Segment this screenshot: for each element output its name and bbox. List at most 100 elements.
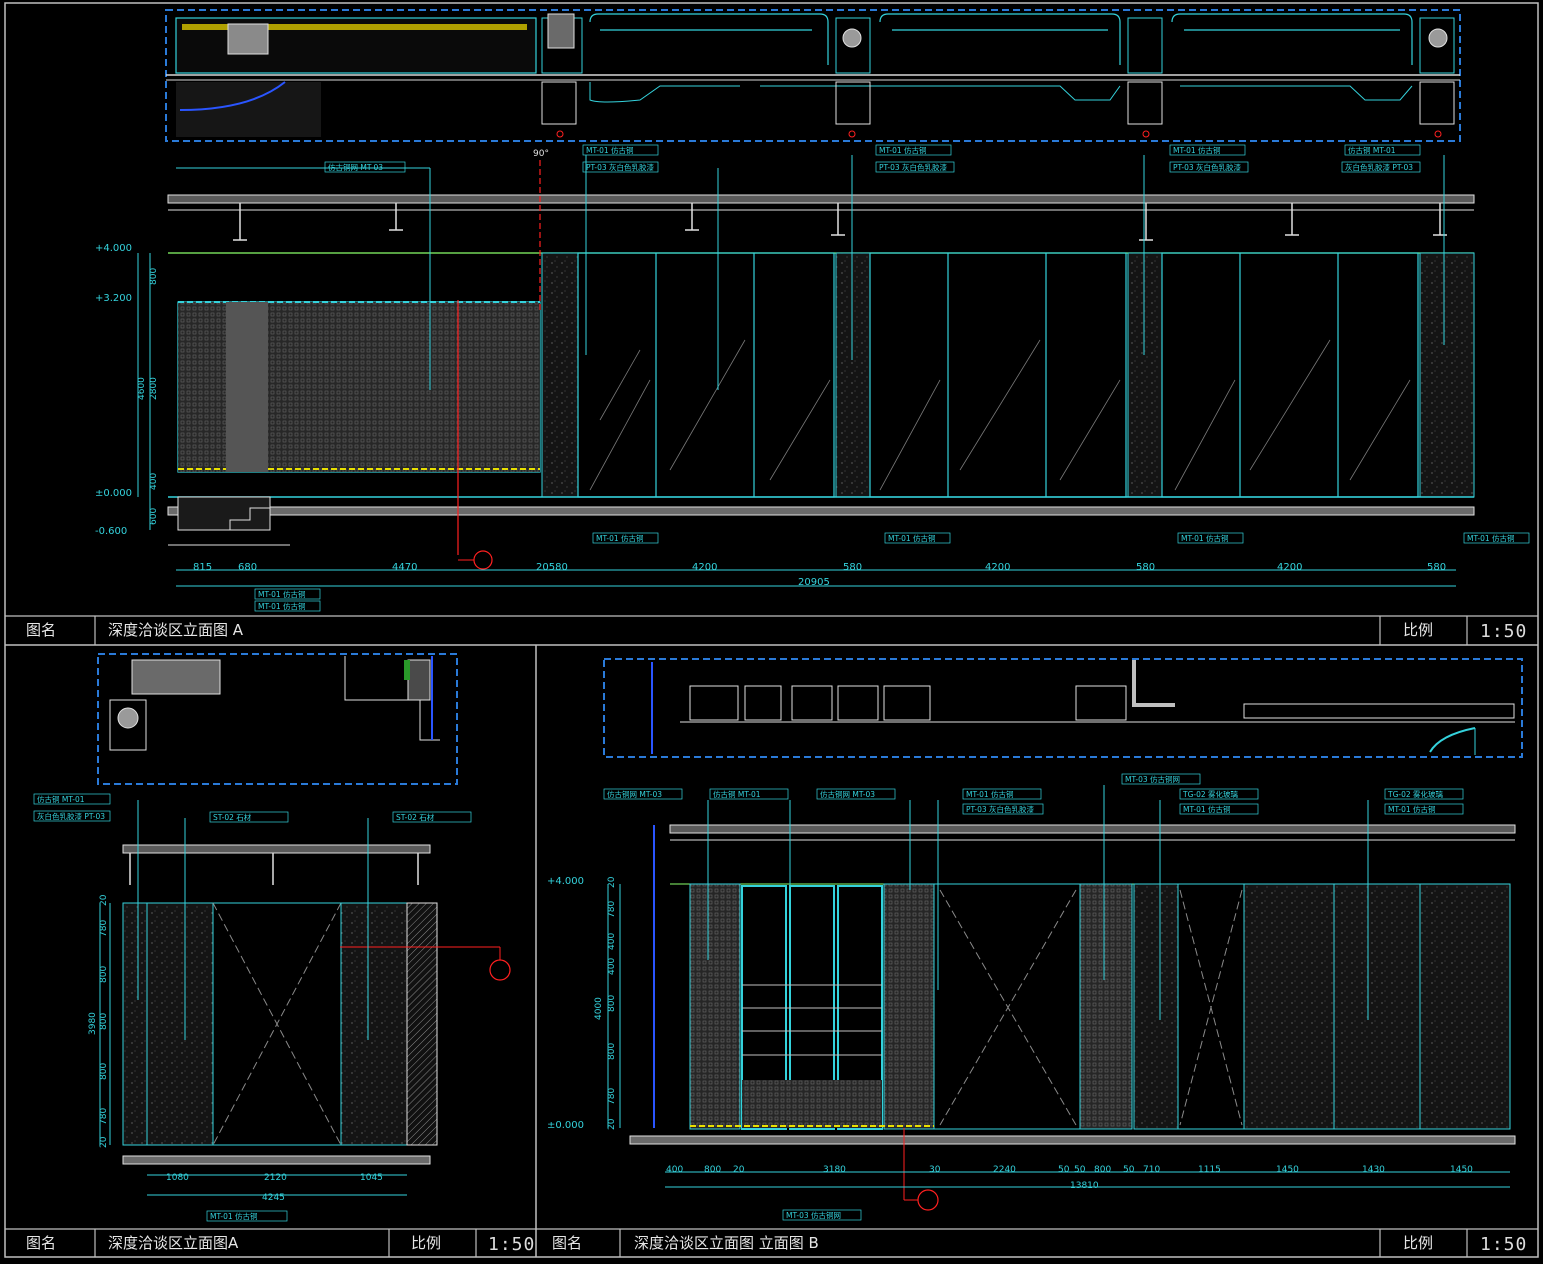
material-tag: ST-02 石材 (396, 812, 435, 822)
material-tag: MT-01 仿古铜 (258, 601, 306, 611)
panel-a-scale-label: 比例 (1403, 621, 1434, 639)
material-tag: 仿古铜 MT-01 (713, 789, 761, 799)
material-tag: MT-01 仿古铜 (210, 1211, 258, 1221)
vertical-dim: 780 (607, 901, 617, 918)
dim-label: 20 (733, 1165, 745, 1175)
dim-label: 50 (1074, 1165, 1086, 1175)
vertical-dim: 4000 (594, 997, 604, 1020)
material-tag: 仿古铜 MT-01 (37, 794, 85, 804)
dim-label: 50 (1123, 1165, 1135, 1175)
material-tag: MT-01 仿古铜 (258, 589, 306, 599)
panel-b-title-block (5, 1228, 536, 1257)
material-tag: MT-01 仿古铜 (888, 533, 936, 543)
dim-label: 580 (1136, 562, 1155, 573)
material-tag: PT-03 灰白色乳胶漆 (586, 162, 655, 172)
dim-label: 1115 (1198, 1165, 1221, 1175)
total-dim-label: 4245 (262, 1193, 285, 1203)
panel-a-title: 深度洽谈区立面图 A (108, 621, 244, 639)
panel-b-scale-label: 比例 (411, 1234, 442, 1252)
dim-label: 4200 (692, 562, 717, 573)
level-label: ±0.000 (95, 488, 132, 499)
material-tag: 仿古铜网 MT-03 (607, 789, 662, 799)
level-label: +4.000 (95, 243, 132, 254)
material-tag: MT-01 仿古铜 (586, 145, 634, 155)
vertical-dim: 400 (607, 958, 617, 975)
dim-label: 815 (193, 562, 212, 573)
dim-label: 4200 (1277, 562, 1302, 573)
material-tag: 仿古铜 MT-01 (1348, 145, 1396, 155)
dim-label: 2120 (264, 1173, 287, 1183)
material-tag: MT-01 仿古铜 (1173, 145, 1221, 155)
dim-label: 680 (238, 562, 257, 573)
vertical-dim: 20 (607, 876, 617, 888)
material-tag: MT-01 仿古铜 (1467, 533, 1515, 543)
vertical-dim: 800 (607, 1043, 617, 1060)
panel-c-title-label: 图名 (552, 1234, 583, 1252)
level-label: +3.200 (95, 293, 132, 304)
dim-label: 2240 (993, 1165, 1016, 1175)
dim-label: 20580 (536, 562, 568, 573)
vertical-dim: 780 (607, 1088, 617, 1105)
level-label: ±0.000 (547, 1120, 584, 1131)
material-tag: MT-01 仿古铜 (596, 533, 644, 543)
material-tag: MT-01 仿古铜 (1183, 804, 1231, 814)
dim-label: 710 (1143, 1165, 1160, 1175)
dim-label: 4200 (985, 562, 1010, 573)
material-tag: ST-02 石材 (213, 812, 252, 822)
material-tag: 仿古铜网 MT-03 (328, 162, 383, 172)
panel-a-elevation (137, 155, 1475, 587)
vertical-dim: 800 (149, 268, 159, 285)
material-tag: TG-02 雾化玻璃 (1182, 789, 1239, 799)
material-tag: PT-03 灰白色乳胶漆 (1173, 162, 1242, 172)
panel-a-scale: 1:50 (1480, 621, 1528, 642)
vertical-dim: 800 (99, 1013, 109, 1030)
vertical-dim: 600 (149, 508, 159, 525)
vertical-dim: 800 (607, 995, 617, 1012)
vertical-dim: 3980 (88, 1012, 98, 1035)
dim-label: 400 (666, 1165, 683, 1175)
vertical-dim: 800 (99, 966, 109, 983)
dim-label: 1080 (166, 1173, 189, 1183)
vertical-dim: 2800 (149, 377, 159, 400)
vertical-dim: 4600 (137, 377, 147, 400)
panel-c-title: 深度洽谈区立面图 立面图 B (634, 1234, 819, 1252)
vertical-dim: 20 (99, 1136, 109, 1148)
dim-label: 50 (1058, 1165, 1070, 1175)
dim-label: 580 (1427, 562, 1446, 573)
dim-label: 4470 (392, 562, 417, 573)
vertical-dim: 20 (607, 1118, 617, 1130)
material-tag: MT-01 仿古铜 (879, 145, 927, 155)
vertical-dim: 20 (99, 894, 109, 906)
dim-label: 1450 (1276, 1165, 1299, 1175)
panel-a-plan (165, 9, 1461, 142)
material-tag: TG-02 雾化玻璃 (1387, 789, 1444, 799)
angle-label: 90° (533, 149, 549, 159)
panel-b-elevation (99, 800, 511, 1196)
material-tag: 灰白色乳胶漆 PT-03 (37, 811, 105, 821)
panel-b-title: 深度洽谈区立面图A (108, 1234, 239, 1252)
material-tag: MT-03 仿古铜网 (1125, 774, 1180, 784)
panel-b-scale: 1:50 (488, 1234, 536, 1255)
level-label: +4.000 (547, 876, 584, 887)
material-tag: MT-01 仿古铜 (966, 789, 1014, 799)
panel-b-title-label: 图名 (26, 1234, 57, 1252)
vertical-dim: 780 (99, 1108, 109, 1125)
vertical-dim: 400 (149, 473, 159, 490)
dim-label: 1450 (1450, 1165, 1473, 1175)
dim-label: 580 (843, 562, 862, 573)
panel-a-title-label: 图名 (26, 621, 57, 639)
dim-label: 800 (704, 1165, 721, 1175)
material-tag: MT-01 仿古铜 (1388, 804, 1436, 814)
material-tag: MT-01 仿古铜 (1181, 533, 1229, 543)
panel-c-elevation (607, 785, 1516, 1211)
dim-label: 3180 (823, 1165, 846, 1175)
dim-label: 1430 (1362, 1165, 1385, 1175)
panel-c-plan (603, 658, 1523, 758)
panel-b-plan (97, 653, 458, 785)
vertical-dim: 800 (99, 1063, 109, 1080)
material-tag: MT-03 仿古铜网 (786, 1210, 841, 1220)
material-tag: PT-03 灰白色乳胶漆 (879, 162, 948, 172)
material-tag: PT-03 灰白色乳胶漆 (966, 804, 1035, 814)
vertical-dim: 400 (607, 933, 617, 950)
vertical-dim: 780 (99, 920, 109, 937)
